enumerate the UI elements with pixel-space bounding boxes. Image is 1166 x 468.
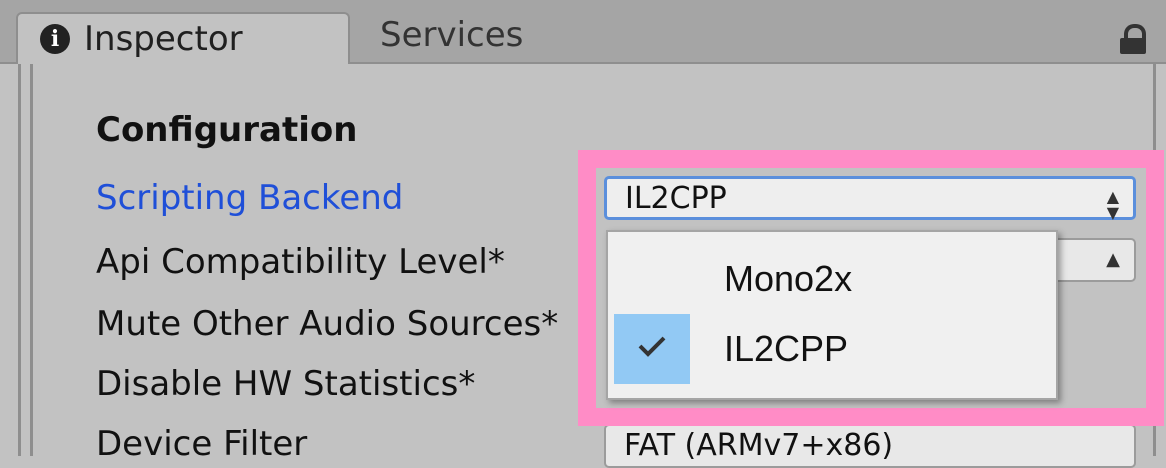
device-filter-label: Device Filter (96, 424, 308, 464)
section-title: Configuration (96, 110, 358, 150)
tab-inspector-label: Inspector (84, 19, 243, 59)
menu-item-il2cpp[interactable]: IL2CPP (608, 314, 1056, 384)
panel-border-left-inner (30, 64, 33, 456)
device-filter-dropdown[interactable]: FAT (ARMv7+x86) (604, 424, 1136, 468)
device-filter-value: FAT (ARMv7+x86) (624, 428, 894, 463)
tab-services-label: Services (380, 15, 524, 55)
mute-audio-label: Mute Other Audio Sources* (96, 304, 559, 344)
scripting-backend-menu: Mono2x IL2CPP (606, 230, 1058, 400)
menu-item-label: Mono2x (724, 258, 853, 299)
tab-services[interactable]: Services (380, 10, 523, 62)
menu-item-label: IL2CPP (724, 328, 849, 369)
checked-indicator (614, 314, 690, 384)
api-compatibility-label: Api Compatibility Level* (96, 242, 505, 282)
tab-inspector[interactable]: i Inspector (16, 12, 350, 64)
scripting-backend-label: Scripting Backend (96, 178, 404, 218)
lock-icon[interactable] (1120, 24, 1146, 54)
tab-bar: i Inspector Services (0, 0, 1166, 64)
info-icon: i (40, 24, 70, 54)
disable-hw-statistics-label: Disable HW Statistics* (96, 364, 476, 404)
menu-item-mono2x[interactable]: Mono2x (608, 244, 1056, 314)
panel-border-left (18, 64, 21, 456)
checkmark-icon (638, 336, 666, 357)
